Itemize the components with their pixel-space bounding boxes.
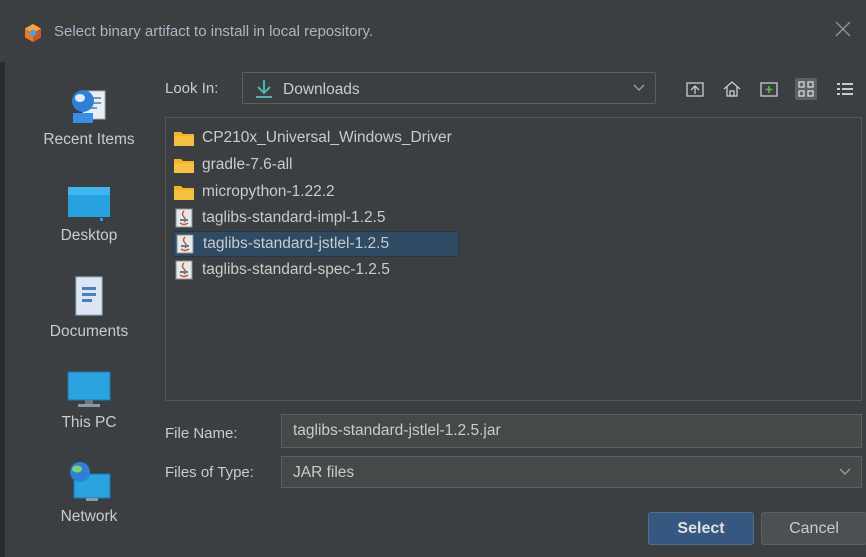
cancel-button[interactable]: Cancel xyxy=(761,512,866,545)
up-one-level-button[interactable] xyxy=(684,78,706,100)
list-item-folder[interactable]: CP210x_Universal_Windows_Driver xyxy=(173,126,460,150)
details-view-button[interactable] xyxy=(834,78,856,100)
chevron-down-icon xyxy=(839,468,851,475)
file-type-value: JAR files xyxy=(293,464,355,481)
app-icon xyxy=(25,24,41,42)
file-name-label: File Name: xyxy=(165,425,238,442)
recent-items-icon xyxy=(72,90,106,123)
file-type-label: Files of Type: xyxy=(165,464,254,481)
up-one-level-icon xyxy=(686,82,704,97)
jar-file-icon xyxy=(176,234,194,254)
new-folder-icon xyxy=(760,82,778,97)
place-recent-items[interactable]: Recent Items xyxy=(28,83,150,149)
chevron-down-icon xyxy=(633,84,645,91)
window-border xyxy=(0,0,5,557)
jar-file-icon xyxy=(175,260,193,280)
file-name: taglibs-standard-jstlel-1.2.5 xyxy=(203,235,390,252)
place-this-pc[interactable]: This PC xyxy=(28,370,150,432)
file-name: gradle-7.6-all xyxy=(202,156,293,173)
file-name-field[interactable]: taglibs-standard-jstlel-1.2.5.jar xyxy=(281,414,862,448)
file-name: micropython-1.22.2 xyxy=(202,183,335,200)
file-name: CP210x_Universal_Windows_Driver xyxy=(202,129,452,146)
network-icon xyxy=(70,462,111,501)
window-title: Select binary artifact to install in loc… xyxy=(54,23,374,40)
documents-icon xyxy=(75,276,103,316)
folder-icon xyxy=(174,185,194,200)
jar-file-icon xyxy=(175,208,193,228)
select-button[interactable]: Select xyxy=(648,512,754,545)
place-label: Recent Items xyxy=(43,131,135,148)
file-name: taglibs-standard-spec-1.2.5 xyxy=(202,261,390,278)
look-in-label: Look In: xyxy=(165,80,219,97)
new-folder-button[interactable] xyxy=(758,78,780,100)
file-name: taglibs-standard-impl-1.2.5 xyxy=(202,209,386,226)
list-view-icon xyxy=(798,81,814,97)
this-pc-icon xyxy=(67,371,111,407)
place-label: This PC xyxy=(61,414,117,431)
list-item-jar[interactable]: taglibs-standard-spec-1.2.5 xyxy=(173,258,398,282)
place-network[interactable]: Network xyxy=(28,460,150,526)
place-desktop[interactable]: Desktop xyxy=(28,185,150,245)
list-item-jar[interactable]: taglibs-standard-impl-1.2.5 xyxy=(173,206,394,230)
title-bar: Select binary artifact to install in loc… xyxy=(0,0,866,62)
look-in-value: Downloads xyxy=(283,81,360,98)
place-label: Network xyxy=(60,508,118,525)
list-view-button[interactable] xyxy=(795,78,817,100)
list-item-folder[interactable]: micropython-1.22.2 xyxy=(173,180,343,204)
file-list[interactable]: CP210x_Universal_Windows_Driver gradle-7… xyxy=(165,117,862,401)
place-label: Desktop xyxy=(60,227,118,244)
home-button[interactable] xyxy=(721,78,743,100)
list-item-folder[interactable]: gradle-7.6-all xyxy=(173,153,300,177)
file-type-combo[interactable]: JAR files xyxy=(281,456,862,488)
details-view-icon xyxy=(837,83,853,95)
place-label: Documents xyxy=(49,323,129,340)
home-icon xyxy=(723,81,741,97)
close-icon[interactable] xyxy=(834,20,852,38)
folder-icon xyxy=(174,131,194,146)
look-in-combo[interactable]: Downloads xyxy=(242,72,656,104)
list-item-jar-selected[interactable]: taglibs-standard-jstlel-1.2.5 xyxy=(173,231,459,257)
folder-icon xyxy=(174,158,194,173)
desktop-icon xyxy=(68,187,110,221)
place-documents[interactable]: Documents xyxy=(28,275,150,341)
download-icon xyxy=(256,80,272,98)
